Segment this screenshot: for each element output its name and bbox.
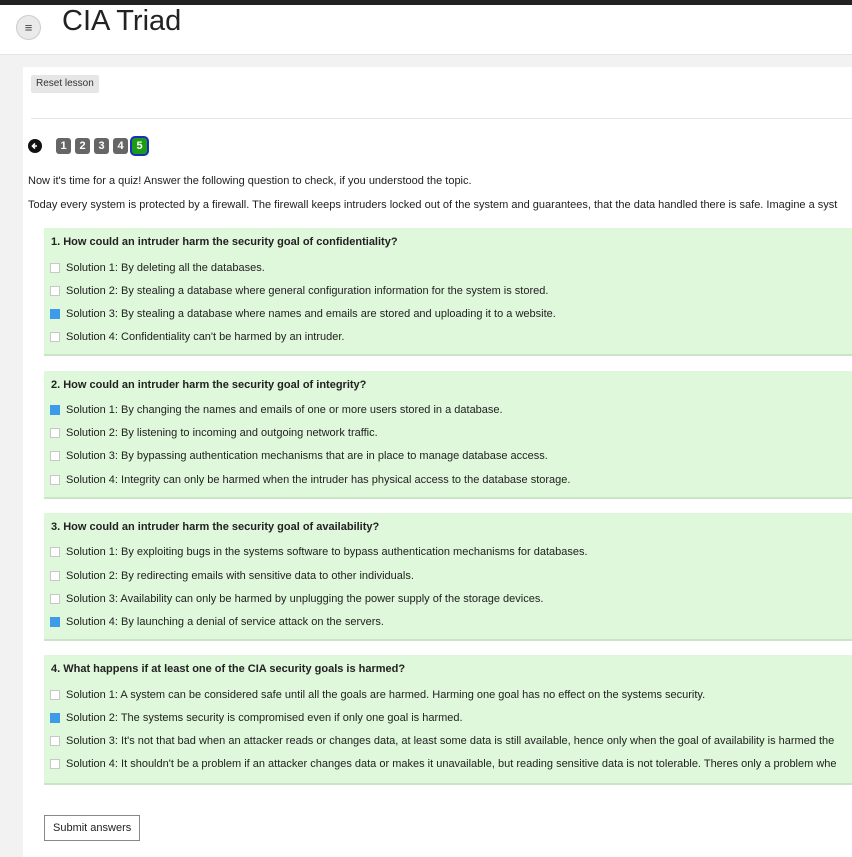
submit-answers-button[interactable]: Submit answers xyxy=(44,815,141,841)
option-1[interactable]: Solution 1: A system can be considered s… xyxy=(50,688,705,702)
option-2[interactable]: Solution 2: By listening to incoming and… xyxy=(50,426,378,440)
option-label: Solution 2: By listening to incoming and… xyxy=(66,427,378,439)
step-1[interactable]: 1 xyxy=(56,138,71,154)
option-2[interactable]: Solution 2: By stealing a database where… xyxy=(50,284,548,298)
option-4[interactable]: Solution 4: It shouldn't be a problem if… xyxy=(50,757,837,771)
option-2[interactable]: Solution 2: By redirecting emails with s… xyxy=(50,569,414,583)
option-3[interactable]: Solution 3: Availability can only be har… xyxy=(50,592,543,606)
option-4[interactable]: Solution 4: Confidentiality can't be har… xyxy=(50,330,345,344)
option-label: Solution 1: By exploiting bugs in the sy… xyxy=(66,546,588,558)
option-2[interactable]: Solution 2: The systems security is comp… xyxy=(50,711,463,725)
option-4[interactable]: Solution 4: By launching a denial of ser… xyxy=(50,615,384,629)
checkbox[interactable] xyxy=(50,286,60,296)
checkbox[interactable] xyxy=(50,428,60,438)
option-label: Solution 1: By deleting all the database… xyxy=(66,262,265,274)
checkbox-checked[interactable] xyxy=(50,405,60,415)
question-title: 4. What happens if at least one of the C… xyxy=(51,663,406,675)
intro-scenario-text: Today every system is protected by a fir… xyxy=(28,199,838,211)
lesson-card: Reset lesson 1 2 3 4 5 Now it's time for… xyxy=(23,67,852,857)
option-label: Solution 3: By bypassing authentication … xyxy=(66,450,548,462)
checkbox[interactable] xyxy=(50,690,60,700)
step-5-current[interactable]: 5 xyxy=(132,138,147,154)
option-label: Solution 3: It's not that bad when an at… xyxy=(66,735,835,747)
menu-icon[interactable]: ≡ xyxy=(16,15,41,40)
previous-arrow-icon[interactable] xyxy=(28,139,42,153)
option-label: Solution 4: Integrity can only be harmed… xyxy=(66,474,571,486)
option-label: Solution 2: The systems security is comp… xyxy=(66,712,463,724)
divider xyxy=(31,118,852,119)
checkbox[interactable] xyxy=(50,759,60,769)
option-label: Solution 1: A system can be considered s… xyxy=(66,689,706,701)
option-label: Solution 3: Availability can only be har… xyxy=(66,593,544,605)
checkbox-checked[interactable] xyxy=(50,309,60,319)
page-header: ≡ CIA Triad xyxy=(0,5,852,55)
lesson-pagination: 1 2 3 4 5 xyxy=(28,135,151,157)
option-1[interactable]: Solution 1: By exploiting bugs in the sy… xyxy=(50,545,588,559)
option-3[interactable]: Solution 3: By stealing a database where… xyxy=(50,307,556,321)
checkbox[interactable] xyxy=(50,736,60,746)
checkbox-checked[interactable] xyxy=(50,617,60,627)
option-3[interactable]: Solution 3: By bypassing authentication … xyxy=(50,449,548,463)
checkbox[interactable] xyxy=(50,263,60,273)
question-3: 3. How could an intruder harm the securi… xyxy=(44,513,852,641)
reset-lesson-button[interactable]: Reset lesson xyxy=(31,75,99,93)
checkbox[interactable] xyxy=(50,571,60,581)
question-4: 4. What happens if at least one of the C… xyxy=(44,655,852,785)
checkbox[interactable] xyxy=(50,475,60,485)
question-1: 1. How could an intruder harm the securi… xyxy=(44,228,852,356)
option-4[interactable]: Solution 4: Integrity can only be harmed… xyxy=(50,473,570,487)
question-title: 1. How could an intruder harm the securi… xyxy=(51,236,398,248)
option-1[interactable]: Solution 1: By deleting all the database… xyxy=(50,261,265,275)
option-3[interactable]: Solution 3: It's not that bad when an at… xyxy=(50,734,834,748)
option-1[interactable]: Solution 1: By changing the names and em… xyxy=(50,403,503,417)
checkbox-checked[interactable] xyxy=(50,713,60,723)
option-label: Solution 4: It shouldn't be a problem if… xyxy=(66,758,837,770)
page-title: CIA Triad xyxy=(62,5,182,37)
option-label: Solution 4: Confidentiality can't be har… xyxy=(66,331,345,343)
option-label: Solution 4: By launching a denial of ser… xyxy=(66,616,384,628)
checkbox[interactable] xyxy=(50,547,60,557)
step-4[interactable]: 4 xyxy=(113,138,128,154)
option-label: Solution 2: By redirecting emails with s… xyxy=(66,570,414,582)
question-title: 2. How could an intruder harm the securi… xyxy=(51,379,367,391)
option-label: Solution 2: By stealing a database where… xyxy=(66,285,549,297)
option-label: Solution 3: By stealing a database where… xyxy=(66,308,556,320)
step-2[interactable]: 2 xyxy=(75,138,90,154)
checkbox[interactable] xyxy=(50,332,60,342)
question-2: 2. How could an intruder harm the securi… xyxy=(44,371,852,499)
step-3[interactable]: 3 xyxy=(94,138,109,154)
option-label: Solution 1: By changing the names and em… xyxy=(66,404,503,416)
question-title: 3. How could an intruder harm the securi… xyxy=(51,521,380,533)
intro-text: Now it's time for a quiz! Answer the fol… xyxy=(28,175,472,187)
checkbox[interactable] xyxy=(50,451,60,461)
checkbox[interactable] xyxy=(50,594,60,604)
